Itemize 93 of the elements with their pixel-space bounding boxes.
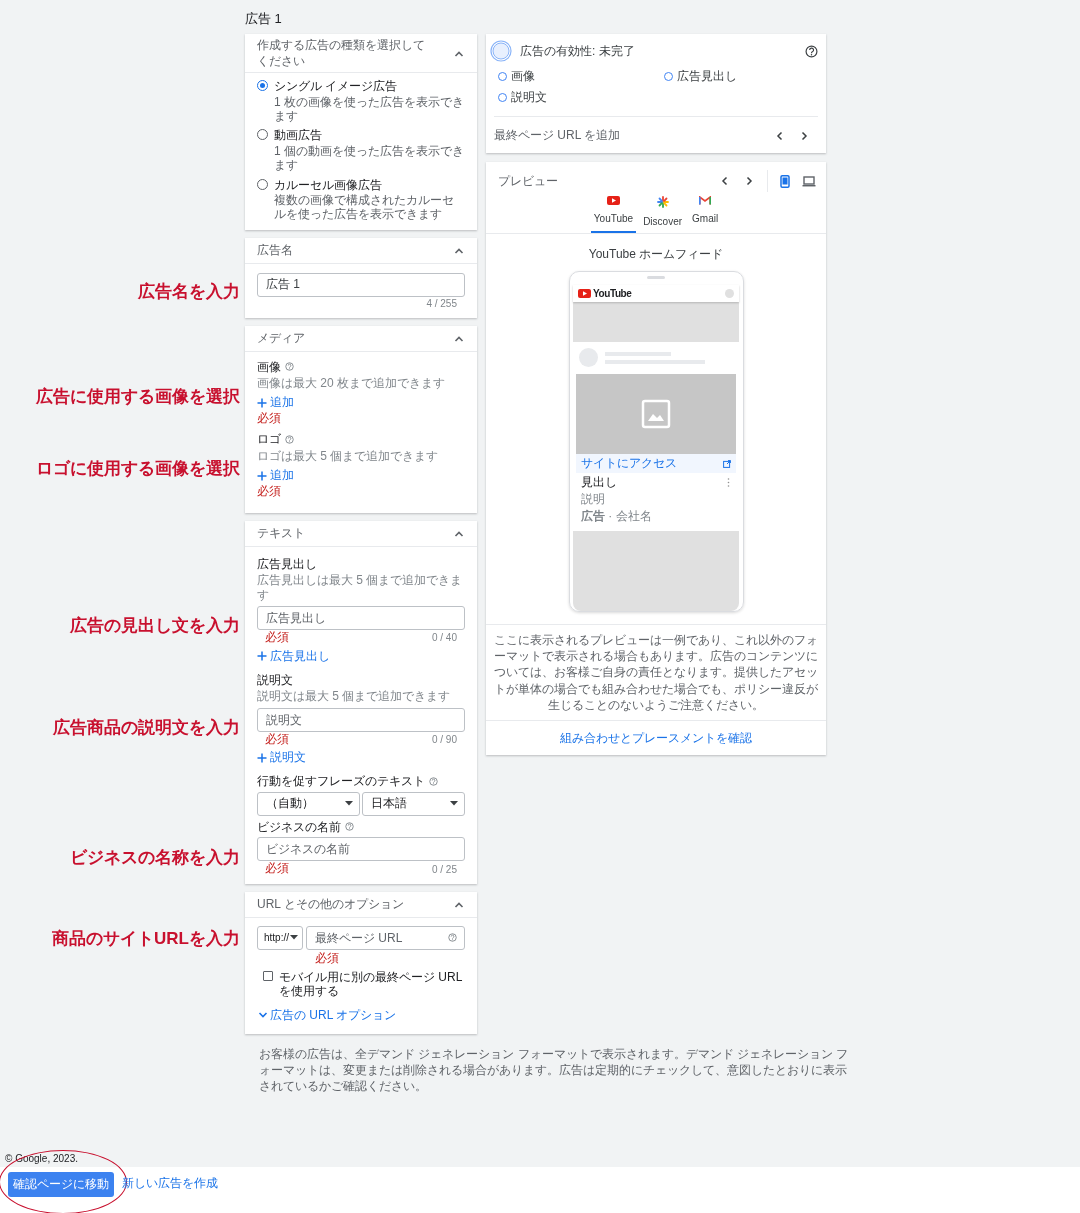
char-counter: 0 / 90	[431, 734, 457, 745]
option-description: 1 枚の画像を使った広告を表示できます	[274, 94, 465, 124]
required-label: 必須	[265, 631, 289, 645]
placements-link[interactable]: 組み合わせとプレースメントを確認	[560, 730, 752, 745]
avatar-icon	[725, 289, 734, 298]
char-counter: 4 / 255	[426, 298, 457, 310]
annotation-label: 広告の見出し文を入力	[70, 614, 240, 637]
option-label: カルーセル画像広告	[274, 177, 383, 192]
required-label: 必須	[315, 952, 340, 966]
field-label: 説明文	[257, 672, 293, 688]
checklist-item: 広告見出し	[677, 68, 737, 85]
char-counter: 0 / 25	[431, 863, 457, 875]
dropdown[interactable]: （自動）	[257, 791, 360, 816]
external-link-icon	[723, 459, 731, 468]
hint-text: 画像は最大 20 枚まで追加できます	[257, 376, 446, 391]
play-icon	[606, 196, 620, 205]
cta-link[interactable]: サイトにアクセス	[581, 455, 677, 472]
checklist-item: 画像	[511, 68, 535, 85]
protocol-dropdown[interactable]: http://	[257, 926, 303, 950]
annotation-label: ロゴに使用する画像を選択	[36, 457, 240, 480]
text-field[interactable]: 説明文	[257, 707, 465, 732]
field-label: 画像	[257, 359, 281, 375]
ad-headline: 見出し	[581, 474, 617, 491]
text-field[interactable]: ビジネスの名前	[257, 837, 465, 862]
ad-description: 説明	[580, 491, 606, 508]
dropdown[interactable]: 日本語	[362, 791, 465, 816]
annotation-label: 広告名を入力	[138, 280, 240, 303]
play-icon	[578, 289, 591, 298]
caret-icon	[290, 935, 298, 941]
annotation-label: 広告商品の説明文を入力	[53, 716, 240, 739]
checkbox-label: モバイル用に別の最終ページ URL を使用する	[279, 969, 463, 999]
option-label: 動画広告	[274, 128, 323, 143]
progress-ring-icon	[490, 40, 512, 62]
plus-icon	[257, 398, 267, 408]
annotation-label: 商品のサイトURLを入力	[52, 927, 240, 950]
option-label: シングル イメージ広告	[274, 79, 399, 94]
hint-text: ロゴは最大 5 個まで追加できます	[257, 448, 440, 464]
annotation-label: 広告に使用する画像を選択	[36, 385, 240, 408]
checklist-item: 説明文	[511, 89, 547, 106]
url-options-link[interactable]: 広告の URL オプション	[257, 1006, 397, 1024]
help-icon[interactable]	[805, 44, 818, 58]
field-label: ビジネスの名前	[257, 819, 341, 835]
text-field[interactable]: 広告 1	[257, 272, 465, 297]
field-label: ロゴ	[257, 432, 281, 447]
text-field[interactable]: 広告見出し	[257, 606, 465, 631]
section-title: テキスト	[257, 526, 305, 542]
caret-icon	[450, 801, 458, 807]
option-description: 1 個の動画を使った広告を表示できます	[274, 143, 465, 173]
tab[interactable]: Discover	[640, 196, 686, 233]
mail-icon	[699, 196, 712, 205]
mobile-icon[interactable]	[780, 174, 790, 188]
phone-speaker	[647, 276, 665, 279]
placement-label: YouTube ホームフィード	[588, 246, 724, 263]
hint-text: 最終ページ URL を追加	[494, 127, 621, 144]
add-button[interactable]: 追加	[257, 467, 294, 485]
required-label: 必須	[257, 412, 282, 427]
disclaimer-text: ここに表示されるプレビューは一例であり、これ以外のフォーマットで表示される場合もあります。広告のコンテンツについては、お客様ご自身の責任となります。提供したアセットが単体の場合でも組み合わせた場合でも、ポリシー違反が生じることのないようご注意ください。	[486, 624, 826, 721]
add-button[interactable]: 追加	[257, 394, 294, 412]
required-label: 必須	[265, 862, 289, 876]
cta-bar[interactable]: サイトにアクセス	[576, 454, 736, 473]
desktop-icon[interactable]	[802, 175, 816, 187]
app-logo: YouTube	[593, 288, 632, 299]
ad-meta: 広告 · 会社名	[580, 508, 653, 525]
plus-icon	[257, 752, 267, 763]
required-label: 必須	[265, 732, 289, 747]
plus-icon	[257, 470, 267, 481]
field-label: 広告見出し	[257, 556, 317, 572]
add-button[interactable]: 広告見出し	[257, 647, 330, 665]
section-title: メディア	[257, 330, 305, 347]
section-title: プレビュー	[498, 172, 558, 190]
option-description: 複数の画像で構成されたカルーセルを使った広告を表示できます	[274, 192, 455, 222]
hint-text: 説明文は最大 5 個まで追加できます	[257, 689, 452, 704]
section-title: 広告名	[257, 242, 293, 259]
section-title: URL とその他のオプション	[257, 897, 404, 913]
page-title: 広告 1	[245, 10, 283, 28]
char-counter: 0 / 40	[431, 632, 457, 644]
notice-text: お客様の広告は、全デマンド ジェネレーション フォーマットで表示されます。デマンド ジェネレーション フォーマットは、変更または削除される場合があります。広告は定期的にチェックして、意図したとおりに表示されているかご確認ください。	[259, 1045, 850, 1095]
checkbox[interactable]	[263, 970, 273, 981]
image-icon	[641, 399, 671, 429]
add-button[interactable]: 説明文	[257, 749, 306, 767]
section-title: 作成する広告の種類を選択してください	[257, 38, 426, 70]
url-field[interactable]: 最終ページ URL	[306, 926, 465, 950]
required-label: 必須	[257, 485, 282, 499]
caret-icon	[345, 801, 353, 807]
review-button[interactable]: 確認ページに移動	[8, 1172, 114, 1197]
strength-title: 広告の有効性: 未完了	[520, 42, 635, 60]
tab[interactable]: YouTube	[590, 196, 637, 233]
tab[interactable]: Gmail	[689, 196, 722, 233]
hint-text: 広告見出しは最大 5 個まで追加できます	[257, 573, 464, 603]
plus-icon	[257, 651, 267, 662]
annotation-label: ビジネスの名称を入力	[70, 846, 240, 869]
field-label: 行動を促すフレーズのテキスト	[257, 774, 425, 789]
asterisk-icon	[656, 196, 669, 208]
